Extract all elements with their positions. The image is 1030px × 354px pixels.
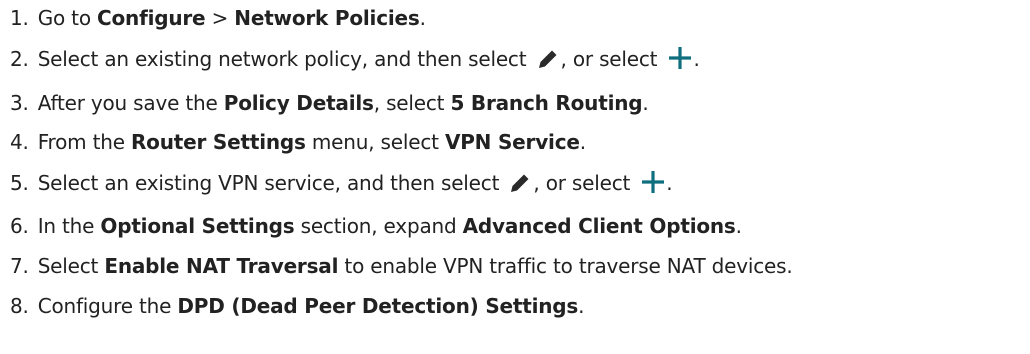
step-text: , or select (533, 171, 637, 195)
step-number: 2. (10, 47, 29, 71)
ui-term: Router Settings (130, 130, 306, 154)
step-5: 5. Select an existing VPN service, and th… (10, 169, 673, 201)
step-text: . (578, 294, 585, 318)
step-number: 6. (10, 214, 29, 238)
step-number: 8. (10, 294, 29, 318)
step-text: > (205, 6, 235, 30)
ui-term: DPD (Dead Peer Detection) Settings (177, 294, 579, 318)
step-7: 7. Select Enable NAT Traversal to enable … (10, 252, 793, 280)
step-text: . (419, 6, 426, 30)
step-text: Select an existing VPN service, and then… (37, 171, 506, 195)
step-text: section, expand (294, 214, 463, 238)
step-text: . (666, 171, 673, 195)
pencil-icon (537, 48, 559, 77)
ui-term: Enable NAT Traversal (104, 254, 339, 278)
step-6: 6. In the Optional Settings section, expa… (10, 212, 742, 240)
ui-term: 5 Branch Routing (450, 91, 643, 115)
step-text: After you save the (37, 91, 224, 115)
plus-icon (641, 170, 665, 201)
step-text: . (735, 214, 742, 238)
step-text: . (642, 91, 649, 115)
ui-term: Policy Details (223, 91, 374, 115)
ui-term: Network Policies (234, 6, 420, 30)
step-text: Configure the (37, 294, 178, 318)
step-3: 3. After you save the Policy Details, sel… (10, 89, 649, 117)
step-text: . (693, 47, 700, 71)
step-number: 1. (10, 6, 29, 30)
step-number: 4. (10, 130, 29, 154)
step-text: , or select (560, 47, 664, 71)
step-4: 4. From the Router Settings menu, select … (10, 128, 586, 156)
step-text: From the (37, 130, 131, 154)
step-text: . (579, 130, 586, 154)
plus-icon (668, 46, 692, 77)
step-number: 3. (10, 91, 29, 115)
ui-term: VPN Service (444, 130, 580, 154)
step-text: In the (37, 214, 101, 238)
ui-term: Optional Settings (100, 214, 295, 238)
step-1: 1. Go to Configure > Network Policies. (10, 4, 426, 32)
step-number: 7. (10, 254, 29, 278)
step-text: Select an existing network policy, and t… (37, 47, 533, 71)
step-text: Go to (37, 6, 98, 30)
step-number: 5. (10, 171, 29, 195)
step-text: Select (37, 254, 105, 278)
step-text: to enable VPN traffic to traverse NAT de… (338, 254, 793, 278)
step-text: menu, select (305, 130, 445, 154)
step-2: 2. Select an existing network policy, and… (10, 45, 700, 77)
pencil-icon (509, 172, 531, 201)
ui-term: Configure (97, 6, 206, 30)
step-8: 8. Configure the DPD (Dead Peer Detection… (10, 292, 585, 320)
ui-term: Advanced Client Options (462, 214, 736, 238)
step-text: , select (373, 91, 451, 115)
